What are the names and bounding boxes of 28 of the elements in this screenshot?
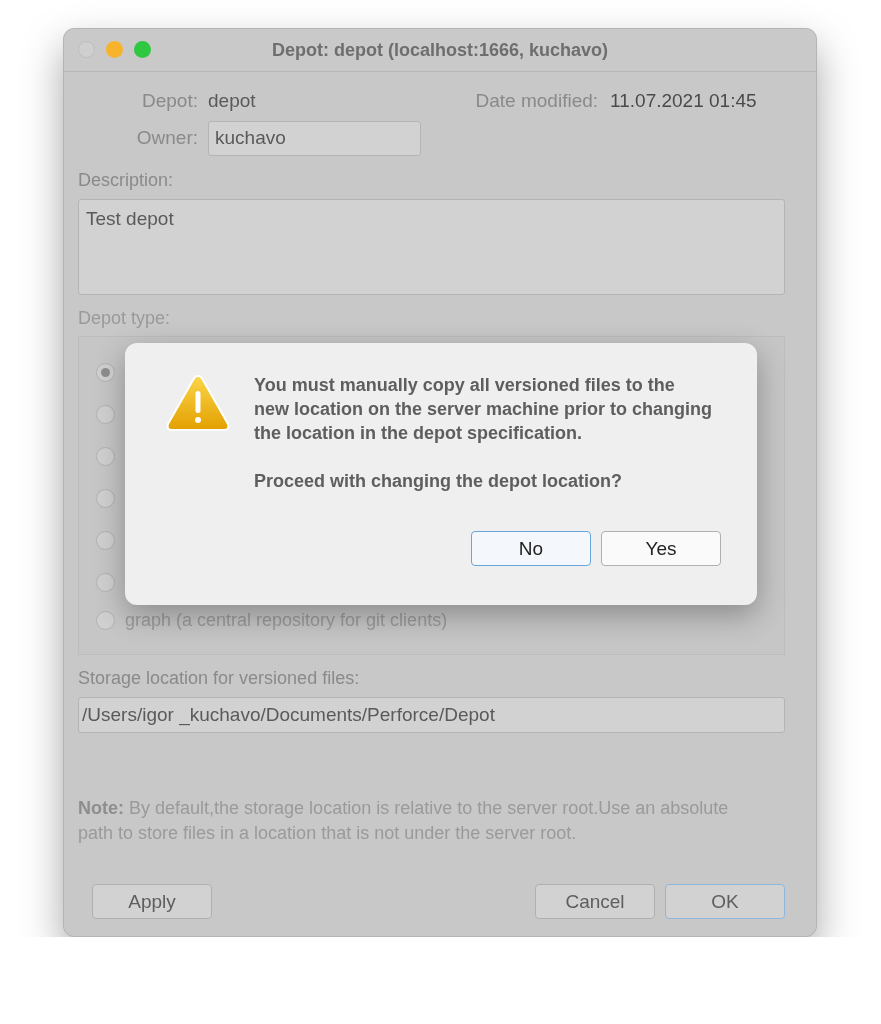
radio-button[interactable]: [96, 488, 115, 508]
owner-field[interactable]: kuchavo: [208, 120, 421, 156]
alert-button[interactable]: Yes: [601, 531, 721, 566]
storage-path-field[interactable]: /Users/igor _kuchavo/Documents/Perforce/Depot: [78, 697, 785, 733]
radio-button[interactable]: [96, 530, 115, 550]
radio-button[interactable]: [96, 404, 115, 424]
dialog-button[interactable]: OK: [665, 884, 785, 919]
window-title: Depot: depot (localhost:1666, kuchavo): [271, 39, 609, 61]
radio-button[interactable]: [96, 572, 115, 592]
alert-message: You must manually copy all versioned files to the new location on the server machine prior to changing the location in the depot specification.: [254, 374, 714, 445]
zoom-button[interactable]: [134, 41, 151, 58]
radio-button[interactable]: [96, 362, 115, 382]
description-field[interactable]: Test depot: [78, 199, 785, 295]
field-label: Owner:: [135, 127, 198, 149]
warning-icon: [165, 373, 231, 433]
date-modified: 11.07.2021 01:45: [610, 90, 757, 112]
alert-button[interactable]: No: [471, 531, 591, 566]
alert-message: Proceed with changing the depot location?: [254, 470, 623, 493]
dialog-button[interactable]: Cancel: [535, 884, 655, 919]
section-label: Description:: [78, 170, 175, 191]
radio-button[interactable]: [96, 610, 115, 630]
field-label: Date modified:: [475, 90, 599, 112]
depot-name: depot: [208, 90, 256, 112]
dialog-button[interactable]: Apply: [92, 884, 212, 919]
section-label: Storage location for versioned files:: [78, 668, 361, 689]
field-label: Depot:: [141, 90, 198, 112]
minimize-button[interactable]: [106, 41, 123, 58]
radio-button[interactable]: [96, 446, 115, 466]
